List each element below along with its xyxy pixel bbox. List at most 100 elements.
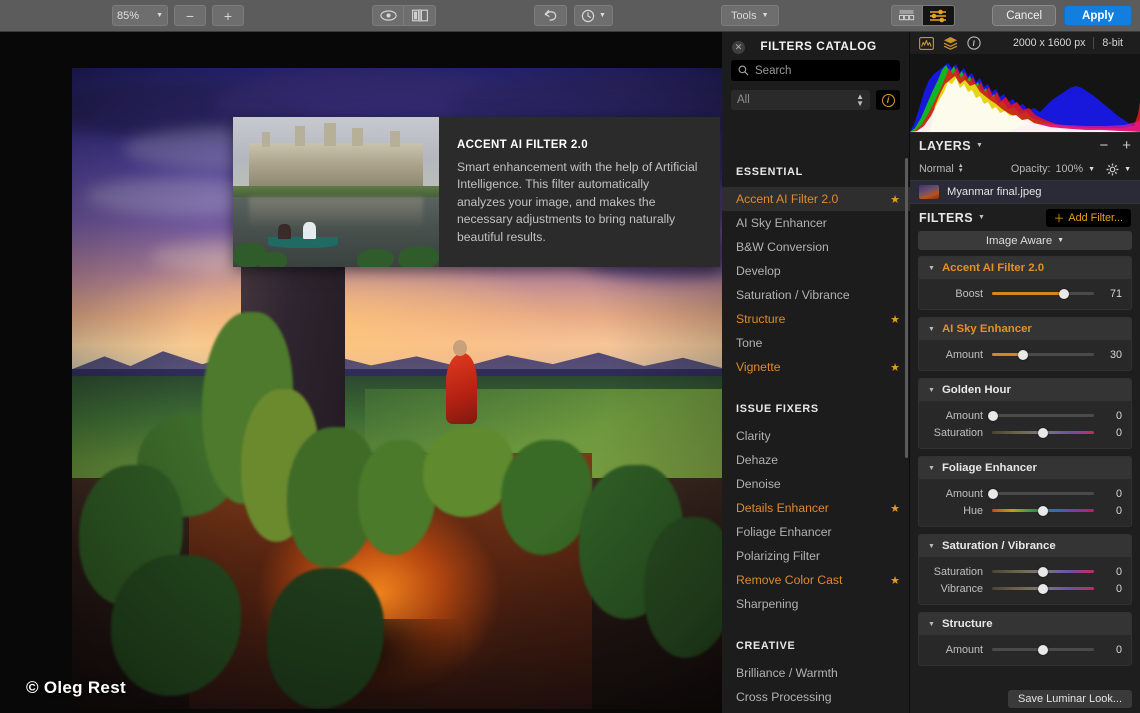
undo-button[interactable] — [534, 5, 567, 26]
filter-item-bw-conversion[interactable]: B&W Conversion — [722, 235, 910, 259]
chevron-down-icon[interactable]: ▼ — [976, 142, 983, 149]
filter-item-tone[interactable]: Tone — [722, 331, 910, 355]
catalog-info-button[interactable]: i — [876, 90, 900, 110]
slider-track[interactable] — [992, 570, 1094, 573]
layer-name: Myanmar final.jpeg — [947, 186, 1042, 198]
star-icon[interactable]: ★ — [890, 574, 900, 587]
filter-item-develop[interactable]: Develop — [722, 259, 910, 283]
filter-item-brilliance-warmth[interactable]: Brilliance / Warmth — [722, 661, 910, 685]
chevron-down-icon[interactable]: ▼ — [928, 465, 935, 472]
blend-mode-value[interactable]: Normal — [919, 163, 954, 175]
slider-saturation[interactable]: Saturation 0 — [928, 563, 1122, 580]
slider-saturation[interactable]: Saturation 0 — [928, 424, 1122, 441]
tools-menu-button[interactable]: Tools ▼ — [721, 5, 779, 26]
filter-item-foliage-enhancer[interactable]: Foliage Enhancer — [722, 520, 910, 544]
filter-item-dehaze[interactable]: Dehaze — [722, 448, 910, 472]
slider-knob[interactable] — [988, 411, 998, 421]
slider-amount[interactable]: Amount 0 — [928, 407, 1122, 424]
filter-item-remove-color-cast[interactable]: Remove Color Cast ★ — [722, 568, 910, 592]
slider-track[interactable] — [992, 648, 1094, 651]
histogram-icon[interactable] — [919, 37, 934, 50]
slider-track[interactable] — [992, 431, 1094, 434]
slider-knob[interactable] — [1038, 506, 1048, 516]
slider-knob[interactable] — [1038, 645, 1048, 655]
slider-track[interactable] — [992, 292, 1094, 295]
slider-track[interactable] — [992, 492, 1094, 495]
filter-item-structure[interactable]: Structure ★ — [722, 307, 910, 331]
catalog-scrollbar[interactable] — [905, 158, 908, 458]
image-aware-select[interactable]: Image Aware ▼ — [918, 231, 1132, 250]
slider-track[interactable] — [992, 414, 1094, 417]
slider-amount[interactable]: Amount 0 — [928, 485, 1122, 502]
filter-item-clarity[interactable]: Clarity — [722, 424, 910, 448]
zoom-out-button[interactable]: − — [174, 5, 206, 26]
filter-group-header[interactable]: ▼ Structure — [919, 613, 1131, 635]
zoom-level-select[interactable]: 85% ▼ — [112, 5, 168, 26]
filter-group-header[interactable]: ▼ Foliage Enhancer — [919, 457, 1131, 479]
filters-panel-button[interactable] — [923, 6, 954, 25]
zoom-in-button[interactable]: + — [212, 5, 244, 26]
filter-group-header[interactable]: ▼ Accent AI Filter 2.0 — [919, 257, 1131, 279]
catalog-filter-list[interactable]: ESSENTIAL Accent AI Filter 2.0 ★ AI Sky … — [722, 154, 910, 713]
slider-hue[interactable]: Hue 0 — [928, 502, 1122, 519]
slider-knob[interactable] — [988, 489, 998, 499]
opacity-value[interactable]: 100% — [1056, 163, 1084, 175]
filter-item-denoise[interactable]: Denoise — [722, 472, 910, 496]
star-icon[interactable]: ★ — [890, 313, 900, 326]
add-filter-button[interactable]: ＋ Add Filter... — [1046, 209, 1131, 227]
stepper-icon[interactable]: ▲▼ — [958, 164, 964, 175]
chevron-down-icon[interactable]: ▼ — [928, 265, 935, 272]
close-icon[interactable]: ✕ — [732, 41, 745, 54]
chevron-down-icon[interactable]: ▼ — [928, 387, 935, 394]
remove-layer-button[interactable]: − — [1099, 138, 1108, 153]
filter-group-header[interactable]: ▼ Golden Hour — [919, 379, 1131, 401]
toggle-original-button[interactable] — [373, 6, 404, 25]
slider-knob[interactable] — [1018, 350, 1028, 360]
history-button[interactable]: ▼ — [574, 5, 613, 26]
gear-icon[interactable] — [1106, 163, 1119, 176]
slider-knob[interactable] — [1038, 584, 1048, 594]
filter-item-vignette[interactable]: Vignette ★ — [722, 355, 910, 379]
layers-stack-icon[interactable] — [943, 36, 958, 50]
slider-boost[interactable]: Boost 71 — [928, 285, 1122, 302]
star-icon[interactable]: ★ — [890, 502, 900, 515]
add-layer-button[interactable]: + — [1122, 138, 1131, 153]
slider-vibrance[interactable]: Vibrance 0 — [928, 580, 1122, 597]
filter-item-ai-sky-enhancer[interactable]: AI Sky Enhancer — [722, 211, 910, 235]
chevron-down-icon[interactable]: ▼ — [1088, 166, 1095, 173]
category-select[interactable]: All ▲▼ — [731, 90, 870, 110]
slider-track[interactable] — [992, 509, 1094, 512]
search-input[interactable]: Search — [731, 60, 900, 81]
filter-item-details-enhancer[interactable]: Details Enhancer ★ — [722, 496, 910, 520]
filter-item-saturation-vibrance[interactable]: Saturation / Vibrance — [722, 283, 910, 307]
filter-item-sharpening[interactable]: Sharpening — [722, 592, 910, 616]
table-row[interactable]: Myanmar final.jpeg — [910, 180, 1140, 204]
cancel-button[interactable]: Cancel — [992, 5, 1056, 26]
slider-amount[interactable]: Amount 30 — [928, 346, 1122, 363]
filter-item-cross-processing[interactable]: Cross Processing — [722, 685, 910, 709]
star-icon[interactable]: ★ — [890, 361, 900, 374]
filter-group-header[interactable]: ▼ Saturation / Vibrance — [919, 535, 1131, 557]
save-luminar-look-button[interactable]: Save Luminar Look... — [1008, 690, 1132, 708]
slider-knob[interactable] — [1038, 567, 1048, 577]
chevron-down-icon[interactable]: ▼ — [928, 621, 935, 628]
slider-track[interactable] — [992, 587, 1094, 590]
slider-amount[interactable]: Amount 0 — [928, 641, 1122, 658]
star-icon[interactable]: ★ — [890, 193, 900, 206]
compare-split-button[interactable] — [404, 6, 435, 25]
filter-item-polarizing-filter[interactable]: Polarizing Filter — [722, 544, 910, 568]
apply-button[interactable]: Apply — [1064, 5, 1132, 26]
filter-group-header[interactable]: ▼ AI Sky Enhancer — [919, 318, 1131, 340]
chevron-down-icon[interactable]: ▼ — [978, 214, 985, 221]
image-canvas[interactable]: © Oleg Rest — [0, 32, 722, 713]
slider-knob[interactable] — [1059, 289, 1069, 299]
filter-item-dramatic[interactable]: Dramatic — [722, 709, 910, 713]
chevron-down-icon[interactable]: ▼ — [928, 543, 935, 550]
slider-track[interactable] — [992, 353, 1094, 356]
slider-knob[interactable] — [1038, 428, 1048, 438]
chevron-down-icon[interactable]: ▼ — [1124, 166, 1131, 173]
info-circle-icon[interactable] — [967, 36, 981, 50]
filter-item-accent-ai[interactable]: Accent AI Filter 2.0 ★ — [722, 187, 910, 211]
presets-panel-button[interactable] — [892, 6, 923, 25]
chevron-down-icon[interactable]: ▼ — [928, 326, 935, 333]
